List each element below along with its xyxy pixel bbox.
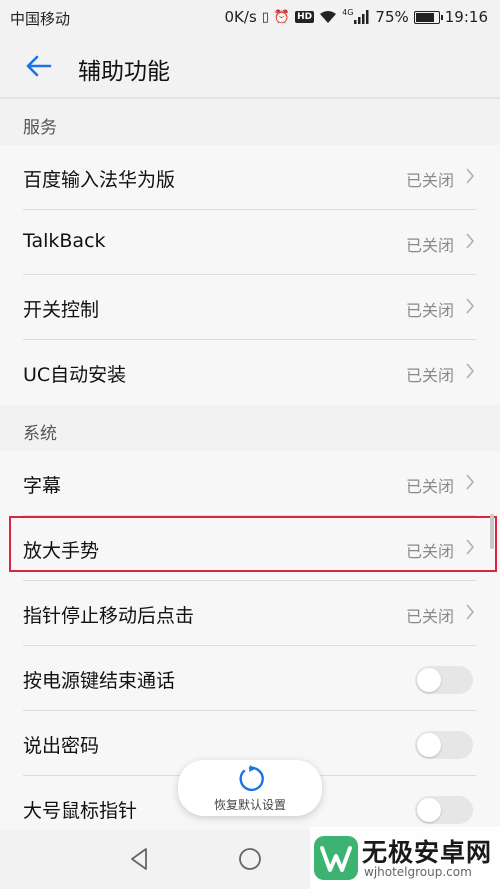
power-ends-call-toggle[interactable]: [415, 666, 473, 694]
setting-label: 按电源键结束通话: [23, 670, 176, 692]
page-title: 辅助功能: [78, 59, 170, 85]
refresh-icon: [239, 765, 264, 792]
network-speed: 0K/s: [224, 8, 257, 26]
chevron-right-icon: [466, 233, 475, 249]
status-bar: 中国移动 0K/s ▯ ⏰ HD 4G 75% 19:16: [0, 0, 500, 34]
chevron-right-icon: [466, 474, 475, 490]
section-title: 系统: [23, 424, 57, 444]
watermark: 无极安卓网 wjhotelgroup.com: [310, 827, 500, 889]
setting-status: 已关闭: [405, 542, 454, 561]
setting-label: TalkBack: [23, 230, 106, 252]
reset-defaults-label: 恢复默认设置: [213, 798, 286, 812]
vibrate-icon: ▯: [261, 9, 269, 25]
app-bar: 辅助功能: [0, 34, 500, 98]
chevron-right-icon: [466, 168, 475, 184]
nav-back-icon[interactable]: [126, 846, 152, 872]
setting-row-baidu-input[interactable]: 百度输入法华为版 已关闭: [0, 145, 500, 210]
setting-label: 开关控制: [23, 299, 100, 321]
setting-status: 已关闭: [405, 236, 454, 255]
chevron-right-icon: [466, 363, 475, 379]
signal-icon: [354, 10, 369, 24]
setting-label: 指针停止移动后点击: [23, 605, 195, 627]
section-title: 服务: [23, 118, 57, 138]
chevron-right-icon: [466, 604, 475, 620]
hd-badge: HD: [295, 11, 315, 23]
toggle-knob: [417, 668, 441, 692]
arrow-left-icon[interactable]: [22, 50, 54, 82]
wifi-icon: [320, 11, 337, 23]
setting-status: 已关闭: [405, 607, 454, 626]
network-type: 4G: [342, 7, 354, 17]
setting-status: 已关闭: [405, 477, 454, 496]
alarm-icon: ⏰: [273, 9, 291, 25]
speak-passwords-toggle[interactable]: [415, 731, 473, 759]
setting-label: 说出密码: [23, 735, 100, 757]
setting-row-talkback[interactable]: TalkBack 已关闭: [0, 210, 500, 275]
watermark-url: wjhotelgroup.com: [364, 865, 472, 879]
setting-row-captions[interactable]: 字幕 已关闭: [0, 451, 500, 516]
setting-label: 大号鼠标指针: [23, 800, 138, 822]
chevron-right-icon: [466, 539, 475, 555]
setting-label: 百度输入法华为版: [23, 169, 176, 191]
chevron-right-icon: [466, 298, 475, 314]
watermark-logo-icon: [314, 836, 358, 880]
section-header-system: 系统: [0, 405, 500, 451]
battery-fill: [415, 12, 434, 22]
setting-status: 已关闭: [405, 301, 454, 320]
large-pointer-toggle[interactable]: [415, 796, 473, 824]
battery-icon: [413, 10, 443, 24]
setting-row-uc-auto-install[interactable]: UC自动安装 已关闭: [0, 340, 500, 405]
toggle-knob: [417, 733, 441, 757]
scrollbar[interactable]: [490, 514, 494, 549]
setting-row-dwell-click[interactable]: 指针停止移动后点击 已关闭: [0, 581, 500, 646]
setting-row-switch-control[interactable]: 开关控制 已关闭: [0, 275, 500, 340]
setting-label: 放大手势: [23, 540, 100, 562]
reset-defaults-button[interactable]: 恢复默认设置: [178, 760, 322, 816]
setting-status: 已关闭: [405, 366, 454, 385]
watermark-title: 无极安卓网: [362, 838, 493, 867]
setting-label: UC自动安装: [23, 364, 127, 386]
battery-percent: 75%: [375, 8, 409, 26]
setting-row-magnification-gestures[interactable]: 放大手势 已关闭: [0, 516, 500, 581]
setting-status: 已关闭: [405, 171, 454, 190]
section-header-services: 服务: [0, 99, 500, 145]
setting-row-power-ends-call: 按电源键结束通话: [0, 646, 500, 711]
status-icons: 0K/s ▯ ⏰ HD 4G 75% 19:16: [224, 7, 488, 27]
toggle-knob: [417, 798, 441, 822]
setting-label: 字幕: [23, 475, 62, 497]
carrier-name: 中国移动: [10, 10, 71, 28]
nav-home-icon[interactable]: [237, 846, 263, 872]
clock: 19:16: [444, 8, 488, 26]
